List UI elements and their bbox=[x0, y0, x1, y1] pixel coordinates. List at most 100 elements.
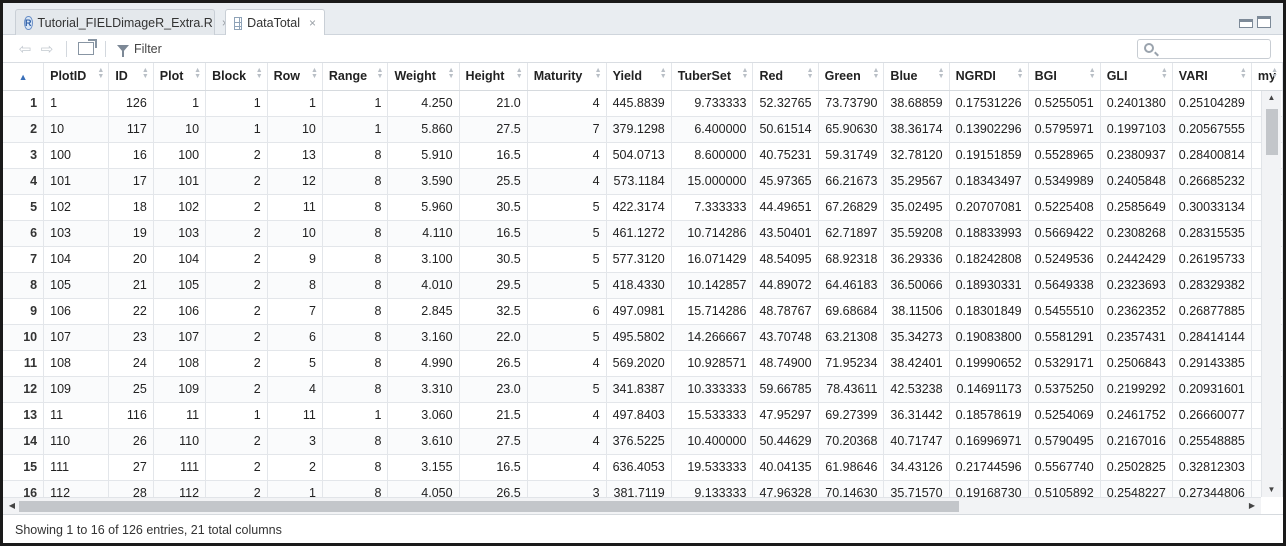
scroll-down-icon[interactable]: ▼ bbox=[1262, 483, 1281, 497]
column-header[interactable]: Red ▲ ▼ bbox=[752, 63, 819, 91]
column-header[interactable]: Height ▲ ▼ bbox=[459, 63, 528, 91]
popout-icon[interactable] bbox=[78, 39, 97, 55]
table-cell: 0.28414144 bbox=[1172, 324, 1252, 351]
table-cell: 102 bbox=[153, 194, 207, 221]
table-cell: 16 bbox=[108, 142, 154, 169]
table-cell: 108 bbox=[153, 350, 207, 377]
table-cell: 10.142857 bbox=[671, 272, 754, 299]
forward-arrow-icon[interactable]: ⇨ bbox=[39, 40, 55, 58]
column-header[interactable]: ID ▲ ▼ bbox=[108, 63, 154, 91]
table-row: 6 103 19 103 2 10 8 4.110 16.5 5 461.1272 10.714286… bbox=[3, 220, 1283, 247]
table-cell: 0.29143385 bbox=[1172, 350, 1252, 377]
table-cell: 8 bbox=[322, 376, 389, 403]
column-header[interactable]: GLI ▲ ▼ bbox=[1100, 63, 1173, 91]
table-cell: 0.25104289 bbox=[1172, 90, 1252, 117]
header-row: ▲ PlotID ▲ ▼ ID ▲ ▼ Plot ▲ ▼ Block ▲ ▼ Row ▲ ▼ Range ▲ ▼ W… bbox=[3, 63, 1283, 91]
column-header[interactable]: Block ▲ ▼ bbox=[205, 63, 268, 91]
column-header-label: Plot bbox=[159, 69, 184, 84]
table-cell: 0.28400814 bbox=[1172, 142, 1252, 169]
column-header[interactable]: Yield ▲ ▼ bbox=[606, 63, 672, 91]
scroll-right-icon[interactable]: ▶ bbox=[1245, 498, 1259, 514]
column-header[interactable]: Range ▲ ▼ bbox=[322, 63, 389, 91]
table-cell: 112 bbox=[43, 480, 110, 497]
table-cell: 497.0981 bbox=[606, 298, 672, 325]
column-header[interactable]: VARI ▲ ▼ bbox=[1172, 63, 1252, 91]
tab-datatotal[interactable]: DataTotal × bbox=[225, 9, 325, 36]
table-cell: 0.5528965 bbox=[1028, 142, 1101, 169]
column-header[interactable]: Maturity ▲ ▼ bbox=[527, 63, 607, 91]
table-cell: 103 bbox=[43, 220, 110, 247]
column-header[interactable]: BGI ▲ ▼ bbox=[1028, 63, 1101, 91]
table-cell: 27 bbox=[108, 454, 154, 481]
column-header[interactable]: TuberSet ▲ ▼ bbox=[671, 63, 754, 91]
table-cell: 0.2405848 bbox=[1100, 168, 1173, 195]
column-header[interactable]: NGRDI ▲ ▼ bbox=[949, 63, 1029, 91]
table-cell: 6 bbox=[267, 324, 323, 351]
column-header-label: NGRDI bbox=[955, 69, 996, 84]
table-cell: 17 bbox=[108, 168, 154, 195]
table-cell: 111 bbox=[153, 454, 207, 481]
row-number: 14 bbox=[3, 428, 45, 455]
column-header[interactable]: PlotID ▲ ▼ bbox=[43, 63, 110, 91]
search-input[interactable] bbox=[1160, 41, 1266, 57]
sort-icon: ▲ ▼ bbox=[659, 67, 667, 80]
scroll-up-icon[interactable]: ▲ bbox=[1262, 91, 1281, 105]
table-cell: 23 bbox=[108, 324, 154, 351]
minimize-icon[interactable] bbox=[1239, 19, 1253, 28]
vertical-scroll-thumb[interactable] bbox=[1266, 109, 1278, 155]
sort-icon: ▲ ▼ bbox=[515, 67, 523, 80]
table-cell: 35.02495 bbox=[883, 194, 950, 221]
table-cell: 0.18930331 bbox=[949, 272, 1029, 299]
table-cell: 1 bbox=[267, 90, 323, 117]
column-header[interactable]: Row ▲ ▼ bbox=[267, 63, 323, 91]
scroll-left-icon[interactable]: ◀ bbox=[5, 498, 19, 514]
vertical-scrollbar[interactable]: ▲ ▼ bbox=[1261, 91, 1281, 497]
table-cell: 104 bbox=[43, 246, 110, 273]
table-cell: 27.5 bbox=[459, 428, 528, 455]
table-cell: 504.0713 bbox=[606, 142, 672, 169]
table-cell: 11 bbox=[267, 402, 323, 429]
table-cell: 636.4053 bbox=[606, 454, 672, 481]
filter-button[interactable]: Filter bbox=[117, 42, 162, 57]
row-number-header[interactable]: ▲ bbox=[3, 63, 45, 91]
table-cell: 0.5790495 bbox=[1028, 428, 1101, 455]
table-cell: 5 bbox=[527, 272, 607, 299]
column-header[interactable]: Plot ▲ ▼ bbox=[153, 63, 207, 91]
tab-tutorial-script[interactable]: R Tutorial_FIELDimageR_Extra.R × bbox=[15, 9, 229, 35]
horizontal-scroll-thumb[interactable] bbox=[19, 501, 959, 512]
table-cell: 65.90630 bbox=[818, 116, 885, 143]
close-icon[interactable]: × bbox=[309, 16, 316, 30]
horizontal-scrollbar[interactable]: ◀ ▶ bbox=[3, 497, 1261, 514]
sort-icon: ▲ ▼ bbox=[255, 67, 263, 80]
table-cell: 5 bbox=[527, 324, 607, 351]
column-header[interactable]: Green ▲ ▼ bbox=[818, 63, 885, 91]
table-cell: 8 bbox=[322, 142, 389, 169]
table-cell: 40.75231 bbox=[752, 142, 819, 169]
table-cell: 2 bbox=[205, 376, 268, 403]
column-header-label: Height bbox=[465, 69, 505, 84]
column-header[interactable]: Blue ▲ ▼ bbox=[883, 63, 950, 91]
table-cell: 8 bbox=[322, 480, 389, 497]
table-cell: 47.95297 bbox=[752, 402, 819, 429]
row-number: 12 bbox=[3, 376, 45, 403]
row-number: 11 bbox=[3, 350, 45, 377]
table-cell: 0.2167016 bbox=[1100, 428, 1173, 455]
table-cell: 105 bbox=[43, 272, 110, 299]
column-header[interactable]: Weight ▲ ▼ bbox=[387, 63, 460, 91]
table-cell: 44.49651 bbox=[752, 194, 819, 221]
search-box[interactable] bbox=[1137, 39, 1271, 59]
column-header[interactable]: my ▲ ▼ bbox=[1251, 63, 1283, 91]
back-arrow-icon[interactable]: ⇦ bbox=[17, 40, 33, 58]
table-cell: 117 bbox=[108, 116, 154, 143]
column-header-label: Row bbox=[273, 69, 301, 84]
table-cell: 107 bbox=[153, 324, 207, 351]
funnel-icon bbox=[117, 45, 129, 57]
table-cell: 106 bbox=[43, 298, 110, 325]
maximize-icon[interactable] bbox=[1257, 16, 1271, 28]
table-cell: 22.0 bbox=[459, 324, 528, 351]
table-cell: 61.98646 bbox=[818, 454, 885, 481]
table-cell: 2 bbox=[205, 324, 268, 351]
table-cell: 376.5225 bbox=[606, 428, 672, 455]
sort-icon: ▲ ▼ bbox=[1160, 67, 1168, 80]
table-cell: 11 bbox=[43, 402, 110, 429]
